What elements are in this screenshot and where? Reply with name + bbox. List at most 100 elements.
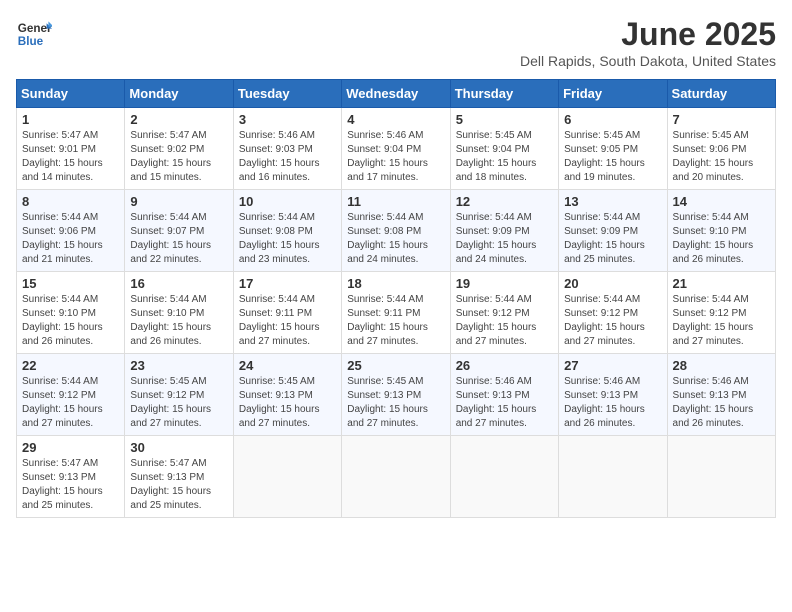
day-info: Sunrise: 5:44 AM Sunset: 9:09 PM Dayligh…: [456, 211, 553, 267]
col-saturday: Saturday: [667, 80, 775, 108]
day-number: 19: [456, 276, 553, 291]
day-number: 15: [22, 276, 119, 291]
day-info: Sunrise: 5:44 AM Sunset: 9:07 PM Dayligh…: [130, 211, 227, 267]
day-number: 17: [239, 276, 336, 291]
day-info: Sunrise: 5:44 AM Sunset: 9:10 PM Dayligh…: [22, 293, 119, 349]
day-info: Sunrise: 5:44 AM Sunset: 9:12 PM Dayligh…: [456, 293, 553, 349]
day-number: 24: [239, 358, 336, 373]
calendar-body: 1 Sunrise: 5:47 AM Sunset: 9:01 PM Daylig…: [17, 108, 776, 518]
col-tuesday: Tuesday: [233, 80, 341, 108]
calendar-cell: 4Sunrise: 5:46 AM Sunset: 9:04 PM Daylig…: [342, 108, 450, 190]
calendar-cell: 15 Sunrise: 5:44 AM Sunset: 9:10 PM Dayli…: [17, 272, 125, 354]
calendar-cell: 10 Sunrise: 5:44 AM Sunset: 9:08 PM Dayli…: [233, 190, 341, 272]
day-info: Sunrise: 5:44 AM Sunset: 9:10 PM Dayligh…: [130, 293, 227, 349]
day-number: 22: [22, 358, 119, 373]
calendar-cell: 1 Sunrise: 5:47 AM Sunset: 9:01 PM Daylig…: [17, 108, 125, 190]
calendar-cell: [233, 436, 341, 518]
day-number: 6: [564, 112, 661, 127]
calendar-cell: 16 Sunrise: 5:44 AM Sunset: 9:10 PM Dayli…: [125, 272, 233, 354]
calendar-cell: 24 Sunrise: 5:45 AM Sunset: 9:13 PM Dayli…: [233, 354, 341, 436]
day-number: 11: [347, 194, 444, 209]
calendar-cell: [667, 436, 775, 518]
day-info: Sunrise: 5:47 AM Sunset: 9:13 PM Dayligh…: [22, 457, 119, 513]
calendar-cell: 9 Sunrise: 5:44 AM Sunset: 9:07 PM Daylig…: [125, 190, 233, 272]
col-thursday: Thursday: [450, 80, 558, 108]
day-info: Sunrise: 5:44 AM Sunset: 9:08 PM Dayligh…: [347, 211, 444, 267]
day-info: Sunrise: 5:44 AM Sunset: 9:12 PM Dayligh…: [22, 375, 119, 431]
calendar-cell: 29 Sunrise: 5:47 AM Sunset: 9:13 PM Dayli…: [17, 436, 125, 518]
day-info: Sunrise: 5:47 AM Sunset: 9:13 PM Dayligh…: [130, 457, 227, 513]
day-info: Sunrise: 5:44 AM Sunset: 9:08 PM Dayligh…: [239, 211, 336, 267]
calendar-title: June 2025: [520, 16, 776, 53]
day-info: Sunrise: 5:45 AM Sunset: 9:13 PM Dayligh…: [239, 375, 336, 431]
day-number: 1: [22, 112, 119, 127]
calendar-cell: 27 Sunrise: 5:46 AM Sunset: 9:13 PM Dayli…: [559, 354, 667, 436]
day-number: 20: [564, 276, 661, 291]
calendar-cell: 12 Sunrise: 5:44 AM Sunset: 9:09 PM Dayli…: [450, 190, 558, 272]
day-number: 8: [22, 194, 119, 209]
day-info: Sunrise: 5:47 AM Sunset: 9:01 PM Dayligh…: [22, 129, 119, 185]
day-number: 10: [239, 194, 336, 209]
day-number: 16: [130, 276, 227, 291]
col-friday: Friday: [559, 80, 667, 108]
calendar-cell: 13 Sunrise: 5:44 AM Sunset: 9:09 PM Dayli…: [559, 190, 667, 272]
calendar-cell: 6 Sunrise: 5:45 AM Sunset: 9:05 PM Daylig…: [559, 108, 667, 190]
day-info: Sunrise: 5:44 AM Sunset: 9:06 PM Dayligh…: [22, 211, 119, 267]
day-info: Sunrise: 5:46 AM Sunset: 9:03 PM Dayligh…: [239, 129, 336, 185]
page-header: General Blue June 2025 Dell Rapids, Sout…: [16, 16, 776, 69]
day-number: 14: [673, 194, 770, 209]
day-number: 28: [673, 358, 770, 373]
day-info: Sunrise: 5:46 AM Sunset: 9:13 PM Dayligh…: [673, 375, 770, 431]
day-info: Sunrise: 5:44 AM Sunset: 9:11 PM Dayligh…: [239, 293, 336, 349]
calendar-cell: [559, 436, 667, 518]
calendar-cell: 14 Sunrise: 5:44 AM Sunset: 9:10 PM Dayli…: [667, 190, 775, 272]
calendar-cell: 22 Sunrise: 5:44 AM Sunset: 9:12 PM Dayli…: [17, 354, 125, 436]
day-info: Sunrise: 5:44 AM Sunset: 9:11 PM Dayligh…: [347, 293, 444, 349]
calendar-cell: 3 Sunrise: 5:46 AM Sunset: 9:03 PM Daylig…: [233, 108, 341, 190]
calendar-subtitle: Dell Rapids, South Dakota, United States: [520, 53, 776, 69]
day-number: 30: [130, 440, 227, 455]
svg-text:Blue: Blue: [18, 35, 44, 48]
col-wednesday: Wednesday: [342, 80, 450, 108]
day-info: Sunrise: 5:47 AM Sunset: 9:02 PM Dayligh…: [130, 129, 227, 185]
calendar-cell: 18 Sunrise: 5:44 AM Sunset: 9:11 PM Dayli…: [342, 272, 450, 354]
calendar-cell: 8 Sunrise: 5:44 AM Sunset: 9:06 PM Daylig…: [17, 190, 125, 272]
calendar-cell: 23Sunrise: 5:45 AM Sunset: 9:12 PM Dayli…: [125, 354, 233, 436]
calendar-cell: 30 Sunrise: 5:47 AM Sunset: 9:13 PM Dayli…: [125, 436, 233, 518]
calendar-cell: 26 Sunrise: 5:46 AM Sunset: 9:13 PM Dayli…: [450, 354, 558, 436]
calendar-table: Sunday Monday Tuesday Wednesday Thursday…: [16, 79, 776, 518]
day-number: 9: [130, 194, 227, 209]
calendar-cell: 5Sunrise: 5:45 AM Sunset: 9:04 PM Daylig…: [450, 108, 558, 190]
day-info: Sunrise: 5:45 AM Sunset: 9:05 PM Dayligh…: [564, 129, 661, 185]
day-number: 3: [239, 112, 336, 127]
day-number: 4: [347, 112, 444, 127]
day-number: 2: [130, 112, 227, 127]
calendar-cell: 17 Sunrise: 5:44 AM Sunset: 9:11 PM Dayli…: [233, 272, 341, 354]
calendar-cell: 25Sunrise: 5:45 AM Sunset: 9:13 PM Dayli…: [342, 354, 450, 436]
col-monday: Monday: [125, 80, 233, 108]
calendar-cell: 28 Sunrise: 5:46 AM Sunset: 9:13 PM Dayli…: [667, 354, 775, 436]
day-number: 29: [22, 440, 119, 455]
title-area: June 2025 Dell Rapids, South Dakota, Uni…: [520, 16, 776, 69]
logo-icon: General Blue: [16, 16, 52, 52]
logo: General Blue: [16, 16, 52, 52]
day-info: Sunrise: 5:44 AM Sunset: 9:12 PM Dayligh…: [673, 293, 770, 349]
calendar-cell: 2 Sunrise: 5:47 AM Sunset: 9:02 PM Daylig…: [125, 108, 233, 190]
day-info: Sunrise: 5:45 AM Sunset: 9:12 PM Dayligh…: [130, 375, 227, 431]
day-info: Sunrise: 5:46 AM Sunset: 9:13 PM Dayligh…: [564, 375, 661, 431]
day-info: Sunrise: 5:46 AM Sunset: 9:13 PM Dayligh…: [456, 375, 553, 431]
day-number: 26: [456, 358, 553, 373]
day-info: Sunrise: 5:44 AM Sunset: 9:10 PM Dayligh…: [673, 211, 770, 267]
day-number: 18: [347, 276, 444, 291]
day-number: 13: [564, 194, 661, 209]
day-info: Sunrise: 5:44 AM Sunset: 9:09 PM Dayligh…: [564, 211, 661, 267]
day-number: 27: [564, 358, 661, 373]
calendar-cell: [342, 436, 450, 518]
day-number: 7: [673, 112, 770, 127]
calendar-cell: 20Sunrise: 5:44 AM Sunset: 9:12 PM Dayli…: [559, 272, 667, 354]
day-number: 12: [456, 194, 553, 209]
calendar-header-row: Sunday Monday Tuesday Wednesday Thursday…: [17, 80, 776, 108]
day-number: 5: [456, 112, 553, 127]
calendar-cell: 19 Sunrise: 5:44 AM Sunset: 9:12 PM Dayli…: [450, 272, 558, 354]
col-sunday: Sunday: [17, 80, 125, 108]
